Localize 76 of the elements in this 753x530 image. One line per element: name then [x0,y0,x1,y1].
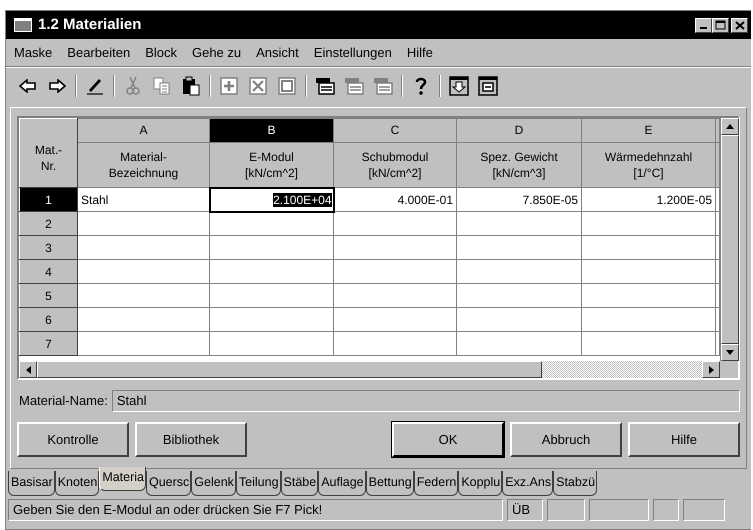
row-header[interactable]: 6 [20,308,78,332]
material-name-field[interactable]: Stahl [112,390,740,412]
tab[interactable]: Materia [99,467,146,491]
pencil-icon[interactable] [85,76,105,94]
list-window-icon[interactable] [478,76,498,96]
status-panel [683,499,725,521]
arrow-right-icon [708,366,714,374]
tab[interactable]: Stäbe [280,471,318,496]
menu-item[interactable]: Einstellungen [314,42,399,62]
status-panel [547,499,585,521]
column-letter[interactable]: A [78,118,210,142]
table-cell: 7.850E-05 [456,188,582,212]
row-header[interactable]: 7 [20,332,78,356]
status-panel [589,499,649,521]
cell-input[interactable]: 2.100E+04 [210,188,334,212]
maximize-button[interactable] [712,18,729,32]
arrow-down-icon [726,350,734,355]
close-icon [734,20,744,30]
menu-item[interactable]: Bearbeiten [67,42,138,62]
table-cell: 4.000E-01 [334,188,456,212]
arrow-up-icon [726,124,734,129]
tab[interactable]: Quersc [146,471,192,496]
column-header: Mat.- Nr. [34,143,62,173]
tab[interactable]: Basisar [8,471,55,496]
column-header: E-Modul [kN/cm^2] [210,142,334,188]
tab[interactable]: Gelenk [191,471,236,496]
window-icon [14,18,32,32]
minimize-button[interactable] [695,18,712,32]
status-panel: ÜB [507,499,543,521]
status-message: Geben Sie den E-Modul an oder drücken Sie F7 Pick! [8,499,503,521]
column-letter[interactable]: B [210,118,334,142]
clipboard-icon[interactable] [182,76,200,96]
menu-item[interactable]: Ansicht [256,42,306,62]
table-icon[interactable] [315,76,335,94]
tab[interactable]: Federn [414,471,458,496]
menu-item[interactable]: Block [145,42,184,62]
column-header: Wärmedehnzahl [1/°C] [582,142,716,188]
arrow-right-icon[interactable] [48,78,66,92]
column-header: Schubmodul [kN/cm^2] [334,142,456,188]
tab[interactable]: Knoten [54,471,100,496]
dialog-button[interactable]: Hilfe [628,422,740,457]
dialog-button[interactable]: OK [392,422,504,457]
menu-item[interactable]: Gehe zu [192,42,248,62]
tab[interactable]: Bettung [366,471,414,496]
tab[interactable]: Kopplu [458,471,502,496]
menu-item[interactable]: Maske [14,42,60,62]
column-letter[interactable]: E [582,118,716,142]
menu-item[interactable]: Hilfe [406,42,440,62]
column-header: Spez. Gewicht [kN/cm^3] [456,142,582,188]
row-header[interactable]: 2 [20,212,78,236]
row-header[interactable]: 1 [20,188,78,212]
minimize-icon [700,27,707,29]
tab[interactable]: Exz.Ans [502,471,554,496]
column-letter[interactable]: D [456,118,582,142]
window-title: 1.2 Materialien [38,14,142,35]
table-cell: 1.200E-05 [582,188,716,212]
arrow-left-icon[interactable] [19,78,37,92]
field-label: Material-Name: [19,392,108,410]
arrow-left-icon [26,366,30,374]
close-button[interactable] [731,18,748,32]
question-mark-icon[interactable] [414,76,428,96]
column-header: Material- Bezeichnung [78,142,210,188]
tab[interactable]: Teilung [236,471,281,496]
maximize-icon [715,20,726,30]
import-icon[interactable] [449,76,469,96]
row-header[interactable]: 4 [20,260,78,284]
dialog-button[interactable]: Abbruch [510,422,622,457]
dialog-button[interactable]: Bibliothek [135,422,247,457]
status-panel [653,499,679,521]
row-header[interactable]: 3 [20,236,78,260]
tab[interactable]: Auflage [318,471,366,496]
vertical-scrollbar[interactable] [720,118,738,361]
column-letter[interactable]: C [334,118,456,142]
tab[interactable]: Stabzü [553,471,598,496]
row-header[interactable]: 5 [20,284,78,308]
dialog-button[interactable]: Kontrolle [17,422,129,457]
